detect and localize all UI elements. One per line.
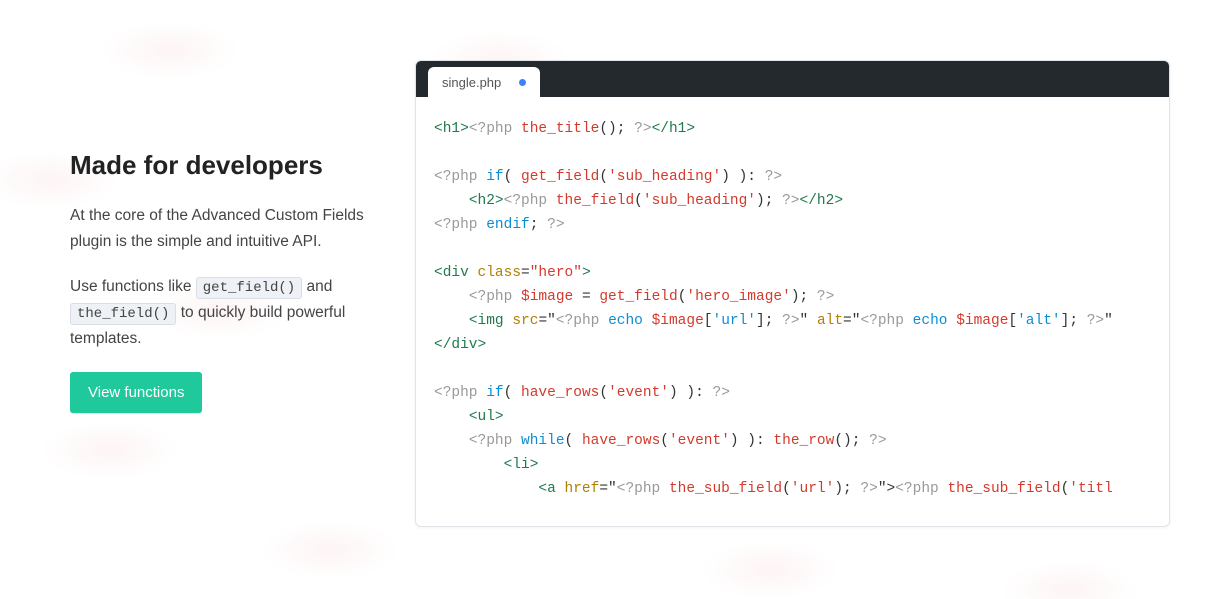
view-functions-button[interactable]: View functions	[70, 372, 202, 413]
tab-modified-dot-icon	[519, 79, 526, 86]
intro-text: and	[302, 278, 332, 295]
intro-paragraph-1: At the core of the Advanced Custom Field…	[70, 203, 390, 254]
tab-label: single.php	[442, 75, 501, 90]
code-the-field: the_field()	[70, 303, 176, 325]
intro-text: Use functions like	[70, 278, 196, 295]
page-layout: Made for developers At the core of the A…	[0, 0, 1220, 527]
intro-column: Made for developers At the core of the A…	[70, 60, 390, 413]
intro-paragraph-2: Use functions like get_field() and the_f…	[70, 274, 390, 352]
code-content[interactable]: <h1><?php the_title(); ?></h1> <?php if(…	[416, 97, 1169, 521]
code-editor: single.php <h1><?php the_title(); ?></h1…	[415, 60, 1170, 527]
intro-heading: Made for developers	[70, 150, 390, 181]
editor-tab-bar: single.php	[416, 61, 1169, 97]
code-get-field: get_field()	[196, 277, 302, 299]
editor-tab-single-php[interactable]: single.php	[428, 67, 540, 97]
